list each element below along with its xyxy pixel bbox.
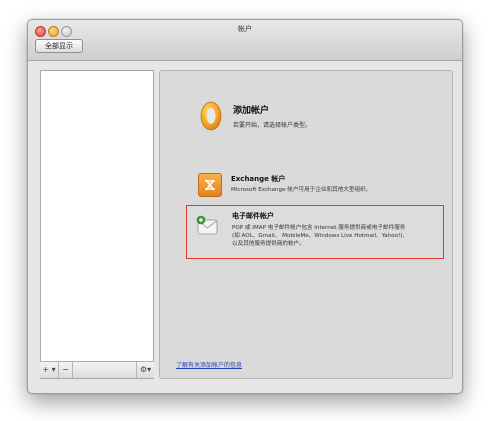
add-account-title: 添加帐户 <box>233 106 270 116</box>
account-list-toolbar: + ▾ − ⚙▾ <box>40 361 154 378</box>
exchange-description: Microsoft Exchange 帐户可用于企业和其他大型组织。 <box>231 187 372 193</box>
email-description-line-1: POP 或 IMAP 电子邮件帐户包含 Internet 服务提供商或电子邮件服… <box>232 225 406 231</box>
add-account-panel: 添加帐户 若要开始，请选择帐户类型。 Exchange 帐户 Microsoft… <box>159 70 453 379</box>
title-bar: 帐户 全部显示 <box>28 20 462 61</box>
email-description: POP 或 IMAP 电子邮件帐户包含 Internet 服务提供商或电子邮件服… <box>232 224 442 248</box>
learn-more-link[interactable]: 了解有关添加帐户的信息 <box>176 360 242 369</box>
accounts-window: 帐户 全部显示 + ▾ − ⚙▾ 添加帐户 若要开始，请选择帐户类型。 Exch… <box>27 19 463 394</box>
outlook-logo-icon <box>200 101 222 131</box>
account-action-menu-button[interactable]: ⚙▾ <box>136 362 154 378</box>
add-account-subtitle: 若要开始，请选择帐户类型。 <box>233 122 312 129</box>
add-account-button[interactable]: + ▾ <box>40 362 59 378</box>
email-account-icon <box>196 215 218 235</box>
show-all-button[interactable]: 全部显示 <box>35 39 83 53</box>
email-title: 电子邮件帐户 <box>232 212 274 220</box>
email-description-line-3: 以及其他服务提供商的帐户。 <box>232 241 305 247</box>
email-account-option[interactable]: 电子邮件帐户 POP 或 IMAP 电子邮件帐户包含 Internet 服务提供… <box>186 205 444 259</box>
exchange-icon <box>198 173 222 197</box>
email-description-line-2: (如 AOL、Gmail、 MobileMe、Windows Live Hotm… <box>232 233 405 239</box>
exchange-account-option[interactable]: Exchange 帐户 Microsoft Exchange 帐户可用于企业和其… <box>198 173 434 199</box>
window-title: 帐户 <box>238 25 252 33</box>
remove-account-button[interactable]: − <box>59 362 73 378</box>
account-list[interactable] <box>40 70 154 379</box>
exchange-title: Exchange 帐户 <box>231 175 286 183</box>
